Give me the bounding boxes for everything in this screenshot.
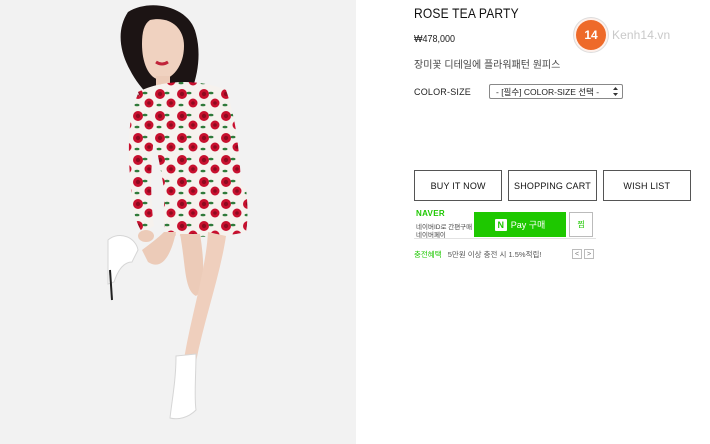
- color-size-select[interactable]: - [필수] COLOR-SIZE 선택 -: [489, 84, 623, 99]
- buy-now-button[interactable]: BUY IT NOW: [414, 170, 503, 201]
- product-description: 장미꽃 디테일에 플라워패턴 원피스: [414, 60, 561, 71]
- purchase-buttons: BUY IT NOW SHOPPING CART WISH LIST: [414, 170, 691, 201]
- naver-pay-line2: 네이버페이: [416, 232, 446, 239]
- color-size-select-value: - [필수] COLOR-SIZE 선택 -: [496, 86, 600, 97]
- kenh14-logo-badge: 14: [574, 18, 608, 52]
- updown-arrows-icon: [613, 87, 618, 96]
- shopping-cart-button[interactable]: SHOPPING CART: [508, 170, 597, 201]
- option-label: COLOR-SIZE: [414, 87, 472, 97]
- kenh14-logo-text: Kenh14.vn: [612, 28, 671, 42]
- product-price: ₩478,000: [414, 34, 456, 45]
- naver-pay-button-label: Pay 구매: [510, 220, 546, 230]
- reward-pager: < >: [572, 249, 594, 259]
- product-photo-illustration: [0, 0, 356, 444]
- naver-reward-notice: 충전혜택 5만원 이상 충전 시 1.5%적립!: [414, 249, 542, 260]
- product-title: ROSE TEA PARTY: [414, 5, 519, 21]
- product-photo: [0, 0, 356, 444]
- naver-logo: NAVER: [416, 209, 445, 218]
- prev-arrow-icon[interactable]: <: [572, 249, 582, 259]
- reward-text: 5만원 이상 충전 시 1.5%적립!: [447, 250, 542, 259]
- reward-tag: 충전혜택: [414, 250, 442, 259]
- naver-n-icon: N: [494, 218, 507, 231]
- wish-list-button[interactable]: WISH LIST: [602, 170, 691, 201]
- naver-zzim-button[interactable]: 찜: [569, 212, 593, 237]
- next-arrow-icon[interactable]: >: [584, 249, 594, 259]
- kenh14-watermark: 14 Kenh14.vn: [574, 17, 692, 53]
- naver-pay-button[interactable]: N Pay 구매: [474, 212, 566, 237]
